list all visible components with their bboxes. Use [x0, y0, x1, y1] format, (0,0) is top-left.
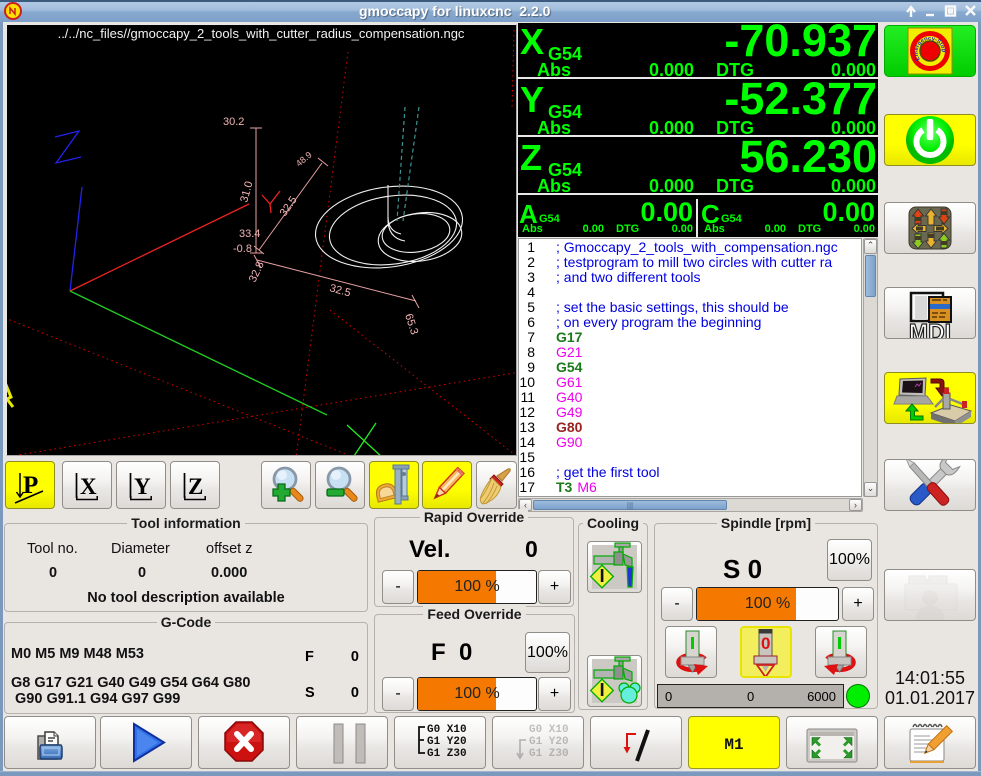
svg-text:0: 0	[761, 634, 770, 653]
svg-text:G1 Y20: G1 Y20	[529, 736, 569, 748]
svg-text:31.0: 31.0	[238, 180, 255, 204]
svg-text:48.9: 48.9	[294, 150, 314, 169]
svg-text:G1 Y20: G1 Y20	[427, 736, 467, 748]
svg-text:32.8: 32.8	[247, 260, 267, 284]
svg-text:X: X	[80, 474, 97, 499]
svg-text:P: P	[23, 472, 38, 499]
svg-text:G0 X10: G0 X10	[529, 724, 569, 736]
svg-text:-0.8: -0.8	[233, 243, 252, 255]
svg-text:33.4: 33.4	[239, 228, 260, 240]
svg-text:30.2: 30.2	[223, 116, 244, 128]
svg-text:Z: Z	[188, 474, 203, 499]
svg-text:G1 Z30: G1 Z30	[427, 748, 467, 760]
svg-text:32.5: 32.5	[328, 282, 352, 299]
svg-text:../../nc_files//gmoccapy_2_too: ../../nc_files//gmoccapy_2_tools_with_cu…	[58, 26, 465, 41]
svg-text:MDI: MDI	[909, 319, 951, 338]
svg-text:65.3: 65.3	[402, 312, 420, 336]
svg-text:G1 Z30: G1 Z30	[529, 748, 569, 760]
svg-text:G0 X10: G0 X10	[427, 724, 467, 736]
svg-text:Y: Y	[134, 474, 151, 499]
